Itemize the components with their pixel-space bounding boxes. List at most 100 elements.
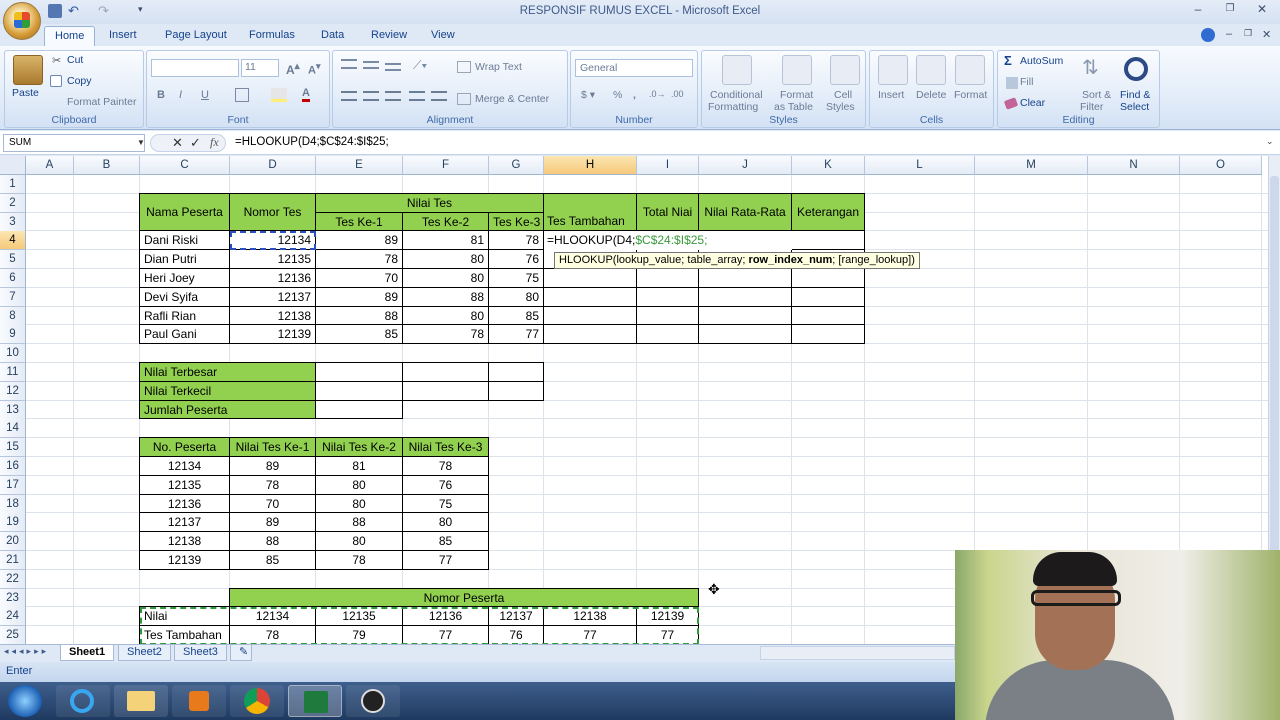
font-name-select[interactable]	[151, 59, 239, 77]
workbook-close-icon[interactable]: ✕	[1262, 28, 1271, 41]
increase-decimal-icon[interactable]: .0→	[649, 89, 666, 99]
row-header-14[interactable]: 14	[0, 419, 26, 439]
active-edit-cell[interactable]: =HLOOKUP(D4;$C$24:$I$25;	[544, 231, 792, 251]
format-as-table-button[interactable]: Format	[780, 89, 813, 101]
tab-view[interactable]: View	[421, 26, 465, 46]
row-header-6[interactable]: 6	[0, 269, 26, 288]
column-header-b[interactable]: B	[74, 156, 140, 175]
insert-sheet-icon[interactable]: ✎	[230, 645, 252, 661]
copy-button[interactable]: Copy	[67, 75, 92, 87]
column-header-a[interactable]: A	[26, 156, 74, 175]
expand-formula-icon[interactable]: ⌄	[1266, 136, 1274, 147]
row-header-7[interactable]: 7	[0, 287, 26, 307]
redo-icon[interactable]: ↷	[98, 4, 112, 18]
column-header-g[interactable]: G	[489, 156, 544, 175]
align-bottom-icon[interactable]	[385, 63, 401, 71]
align-left-icon[interactable]	[341, 91, 357, 101]
tab-formulas[interactable]: Formulas	[239, 26, 305, 46]
comma-icon[interactable]: ,	[633, 89, 636, 101]
name-box[interactable]: SUM	[3, 134, 145, 152]
align-right-icon[interactable]	[385, 91, 401, 101]
tab-insert[interactable]: Insert	[99, 26, 147, 46]
sheet-tab-3[interactable]: Sheet3	[174, 645, 227, 661]
underline-icon[interactable]: U	[201, 89, 209, 101]
column-header-j[interactable]: J	[699, 156, 792, 175]
save-icon[interactable]	[48, 4, 62, 18]
row-header-13[interactable]: 13	[0, 400, 26, 420]
autosum-button[interactable]: AutoSum	[1020, 55, 1063, 67]
vertical-scroll-thumb[interactable]	[1270, 176, 1279, 576]
sort-filter-button[interactable]: Sort &	[1082, 89, 1111, 101]
cancel-entry-icon[interactable]: ✕	[172, 135, 183, 151]
column-header-m[interactable]: M	[975, 156, 1088, 175]
shrink-font-icon[interactable]: A▾	[308, 61, 321, 77]
align-middle-icon[interactable]	[363, 61, 379, 69]
tab-page-layout[interactable]: Page Layout	[155, 26, 237, 46]
customize-qat-icon[interactable]: ▾	[138, 4, 152, 18]
row-header-9[interactable]: 9	[0, 325, 26, 345]
number-format-select[interactable]: General	[575, 59, 693, 77]
increase-indent-icon[interactable]	[431, 91, 447, 101]
italic-icon[interactable]: I	[179, 89, 182, 101]
column-header-d[interactable]: D	[230, 156, 316, 175]
column-header-h[interactable]: H	[544, 156, 637, 175]
internet-explorer-icon[interactable]	[56, 685, 110, 717]
align-top-icon[interactable]	[341, 59, 357, 69]
sheet-tab-2[interactable]: Sheet2	[118, 645, 171, 661]
row-header-1[interactable]: 1	[0, 175, 26, 194]
row-header-4[interactable]: 4	[0, 231, 26, 251]
horizontal-scrollbar[interactable]	[760, 646, 955, 660]
name-box-dropdown-icon[interactable]: ▼	[137, 138, 145, 147]
clear-button[interactable]: Clear	[1020, 97, 1045, 109]
tab-review[interactable]: Review	[361, 26, 417, 46]
row-header-11[interactable]: 11	[0, 363, 26, 382]
row-header-5[interactable]: 5	[0, 250, 26, 270]
column-header-i[interactable]: I	[637, 156, 699, 175]
row-header-25[interactable]: 25	[0, 626, 26, 644]
row-header-17[interactable]: 17	[0, 475, 26, 495]
column-header-l[interactable]: L	[865, 156, 975, 175]
fill-button[interactable]: Fill	[1020, 76, 1033, 88]
align-center-icon[interactable]	[363, 91, 379, 101]
row-header-10[interactable]: 10	[0, 344, 26, 364]
select-all-button[interactable]	[0, 156, 26, 175]
sheet-tab-1[interactable]: Sheet1	[60, 645, 115, 661]
tab-data[interactable]: Data	[311, 26, 354, 46]
row-header-18[interactable]: 18	[0, 494, 26, 514]
column-header-o[interactable]: O	[1180, 156, 1262, 175]
file-explorer-icon[interactable]	[114, 685, 168, 717]
start-button-icon[interactable]	[8, 685, 42, 717]
row-header-24[interactable]: 24	[0, 607, 26, 627]
undo-icon[interactable]: ↶	[68, 4, 82, 18]
ribbon-minimize-icon[interactable]: –	[1226, 28, 1232, 40]
grow-font-icon[interactable]: A▴	[286, 61, 300, 77]
row-header-20[interactable]: 20	[0, 532, 26, 552]
row-header-8[interactable]: 8	[0, 306, 26, 326]
cut-button[interactable]: Cut	[67, 54, 83, 66]
restore-icon[interactable]: ❐	[1220, 3, 1240, 17]
font-color-icon[interactable]: A	[302, 87, 310, 102]
column-header-n[interactable]: N	[1088, 156, 1180, 175]
insert-cells-button[interactable]: Insert	[878, 89, 904, 101]
percent-icon[interactable]: %	[613, 89, 622, 101]
column-header-k[interactable]: K	[792, 156, 865, 175]
help-icon[interactable]	[1201, 28, 1215, 42]
row-header-16[interactable]: 16	[0, 457, 26, 476]
row-header-12[interactable]: 12	[0, 381, 26, 401]
format-cells-button[interactable]: Format	[954, 89, 987, 101]
sheet-nav-arrows-icon[interactable]: ◂◂◂▸▸▸	[4, 646, 49, 657]
column-header-c[interactable]: C	[140, 156, 230, 175]
merge-center-button[interactable]: Merge & Center	[475, 93, 549, 105]
media-player-icon[interactable]	[172, 685, 226, 717]
row-header-22[interactable]: 22	[0, 569, 26, 589]
formula-input[interactable]: =HLOOKUP(D4;$C$24:$I$25;	[235, 136, 389, 148]
row-header-21[interactable]: 21	[0, 551, 26, 570]
decrease-indent-icon[interactable]	[409, 91, 425, 101]
bold-icon[interactable]: B	[157, 89, 165, 101]
row-header-23[interactable]: 23	[0, 588, 26, 608]
column-header-f[interactable]: F	[403, 156, 489, 175]
close-icon[interactable]: ✕	[1252, 3, 1272, 17]
obs-icon[interactable]	[346, 685, 400, 717]
row-header-2[interactable]: 2	[0, 193, 26, 213]
conditional-formatting-button[interactable]: Conditional	[710, 89, 763, 101]
